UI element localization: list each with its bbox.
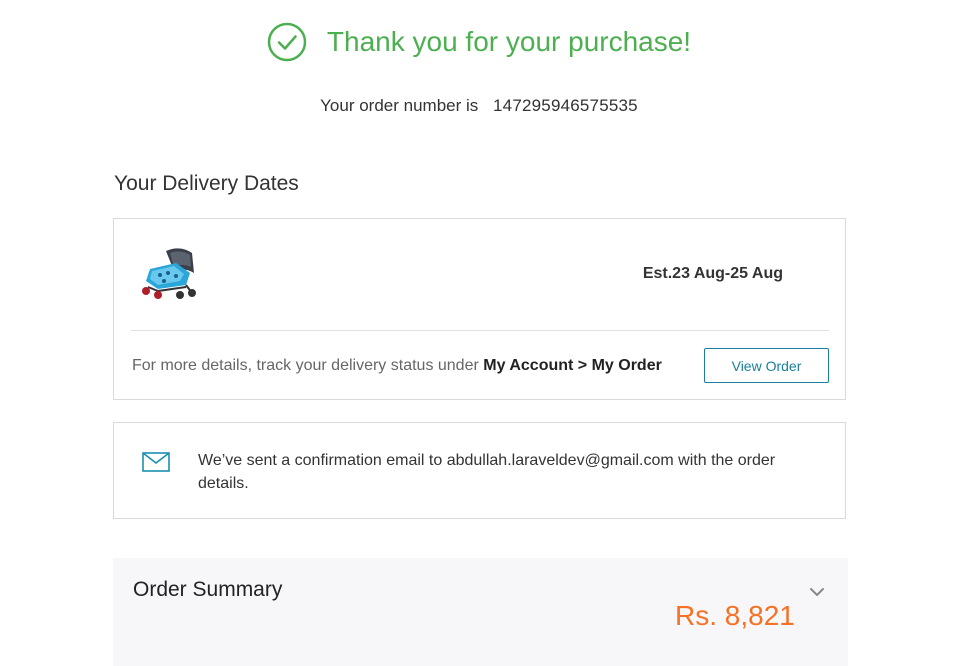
thank-you-header: Thank you for your purchase! xyxy=(0,20,958,64)
delivery-dates-title: Your Delivery Dates xyxy=(114,172,299,195)
order-total-amount: Rs. 8,821 xyxy=(675,600,795,631)
view-order-button[interactable]: View Order xyxy=(704,348,829,383)
order-number-line: Your order number is 147295946575535 xyxy=(0,96,958,116)
order-summary-panel[interactable]: Order Summary Rs. 8,821 xyxy=(113,558,848,666)
order-number-label: Your order number is xyxy=(320,96,479,115)
estimated-delivery-date: Est.23 Aug-25 Aug xyxy=(642,265,783,282)
confirmation-email-card: We’ve sent a confirmation email to abdul… xyxy=(113,422,846,519)
order-summary-title: Order Summary xyxy=(133,578,283,601)
order-number-value: 147295946575535 xyxy=(493,96,638,115)
check-circle-icon xyxy=(267,22,307,62)
chevron-down-icon[interactable] xyxy=(809,586,825,598)
mail-icon xyxy=(142,452,170,472)
my-order-path[interactable]: My Account > My Order xyxy=(483,357,662,374)
stroller-product-image[interactable] xyxy=(136,243,198,301)
thank-you-title: Thank you for your purchase! xyxy=(326,26,692,57)
card-divider xyxy=(131,330,829,331)
delivery-card: Est.23 Aug-25 Aug For more details, trac… xyxy=(113,218,846,400)
confirmation-email-message: We’ve sent a confirmation email to abdul… xyxy=(198,452,776,492)
track-delivery-text: For more details, track your delivery st… xyxy=(132,357,662,375)
order-confirmation-page: Thank you for your purchase! Your order … xyxy=(0,0,958,666)
track-delivery-prefix: For more details, track your delivery st… xyxy=(132,357,479,374)
